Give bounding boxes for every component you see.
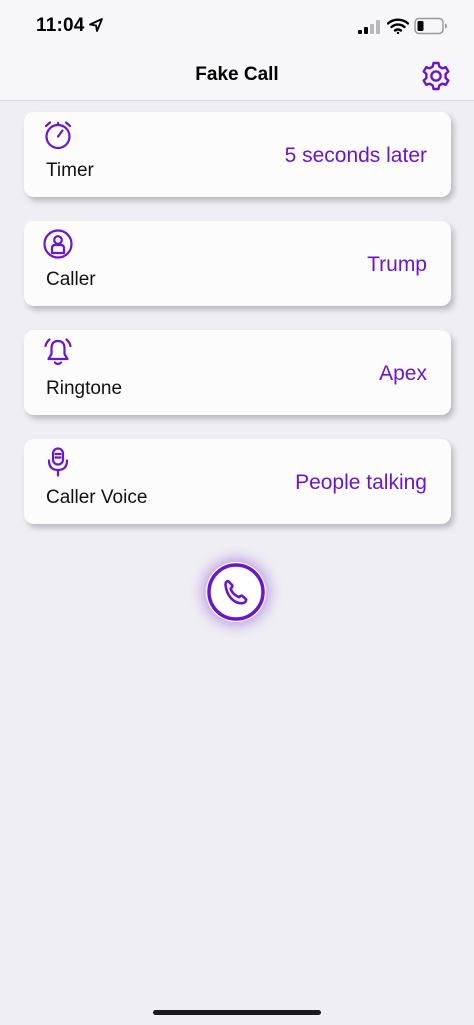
caller-voice-option-row[interactable]: Caller Voice People talking (24, 439, 451, 524)
caller-voice-value: People talking (295, 471, 427, 494)
caller-voice-label: Caller Voice (46, 487, 148, 508)
status-bar: 11:04 (0, 0, 474, 50)
caller-value: Trump (367, 253, 427, 276)
start-call-button[interactable] (206, 562, 266, 622)
ringtone-value: Apex (379, 362, 427, 385)
caller-label: Caller (46, 269, 96, 290)
timer-value: 5 seconds later (284, 144, 427, 167)
home-indicator[interactable] (153, 1010, 321, 1015)
person-icon (43, 229, 73, 259)
status-time: 11:04 (36, 15, 85, 36)
wifi-icon (387, 18, 409, 34)
nav-bar: Fake Call (0, 50, 474, 101)
location-arrow-icon (89, 18, 103, 32)
battery-icon (414, 17, 447, 35)
settings-gear-icon[interactable] (420, 60, 452, 92)
cellular-signal-icon (358, 20, 380, 34)
timer-icon (44, 121, 72, 150)
bell-icon (44, 338, 72, 366)
timer-label: Timer (46, 160, 94, 181)
caller-option-row[interactable]: Caller Trump (24, 221, 451, 306)
page-title: Fake Call (195, 64, 279, 85)
ringtone-label: Ringtone (46, 378, 123, 399)
timer-option-row[interactable]: Timer 5 seconds later (24, 112, 451, 197)
phone-icon (207, 563, 265, 621)
microphone-icon (47, 447, 69, 477)
ringtone-option-row[interactable]: Ringtone Apex (24, 330, 451, 415)
